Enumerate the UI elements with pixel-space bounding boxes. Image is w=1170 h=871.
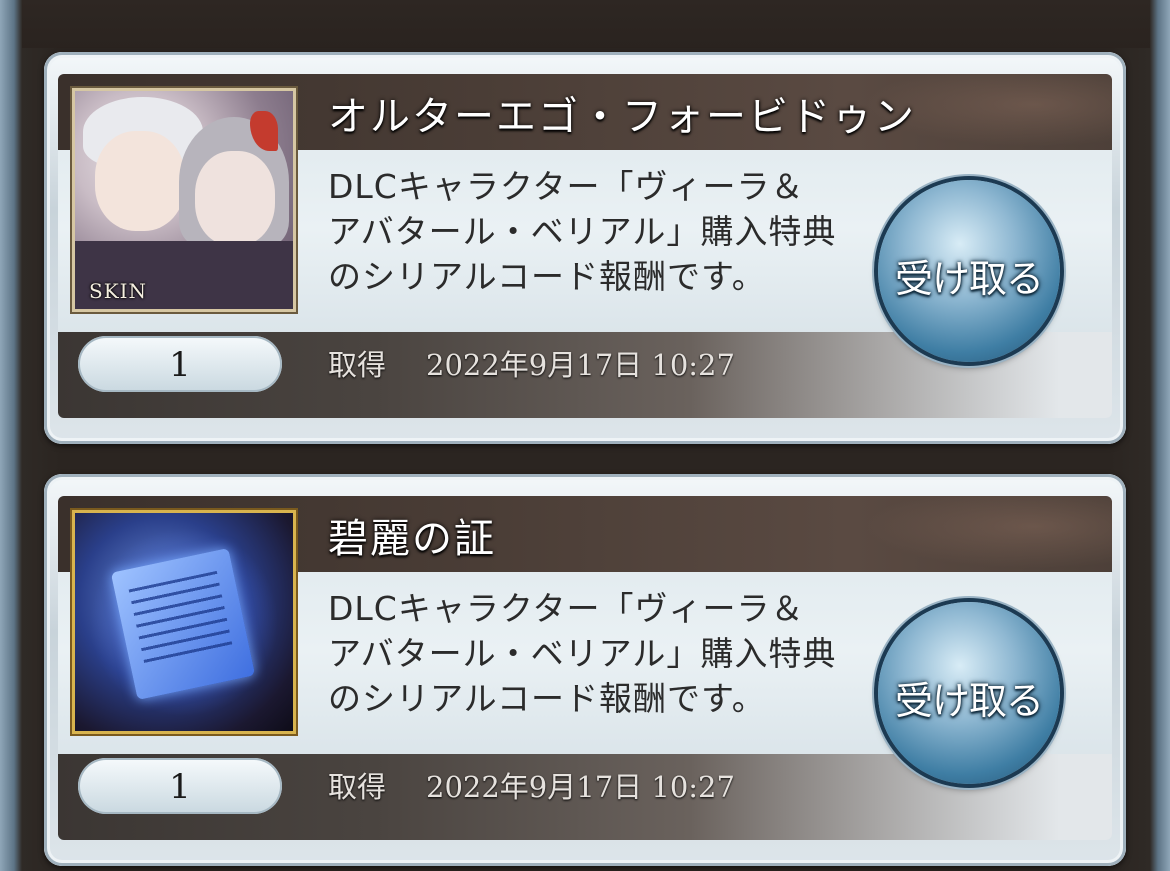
- receive-button-label: 受け取る: [894, 679, 1044, 723]
- skin-thumbnail-image: SKIN: [72, 88, 296, 312]
- quantity-badge: 1: [78, 336, 282, 392]
- reward-item: 碧麗の証 DLCキャラクター「ヴィーラ＆ アバタール・ベリアル」購入特典 のシリ…: [44, 474, 1126, 866]
- reward-title: オルターエゴ・フォービドゥン: [328, 94, 916, 140]
- receive-button[interactable]: 受け取る: [878, 602, 1060, 784]
- reward-title: 碧麗の証: [328, 516, 496, 562]
- reward-item: オルターエゴ・フォービドゥン DLCキャラクター「ヴィーラ＆ アバタール・ベリア…: [44, 52, 1126, 444]
- reward-description: DLCキャラクター「ヴィーラ＆ アバタール・ベリアル」購入特典 のシリアルコード…: [328, 164, 888, 299]
- quantity-badge: 1: [78, 758, 282, 814]
- reward-description-line: のシリアルコード報酬です。: [328, 679, 766, 718]
- acquired-date: 2022年9月17日 10:27: [426, 348, 735, 382]
- skin-badge: SKIN: [89, 279, 148, 303]
- reward-description-line: DLCキャラクター「ヴィーラ＆: [328, 589, 805, 628]
- reward-description-line: アバタール・ベリアル」購入特典: [328, 212, 837, 251]
- reward-description-line: アバタール・ベリアル」購入特典: [328, 634, 837, 673]
- reward-description: DLCキャラクター「ヴィーラ＆ アバタール・ベリアル」購入特典 のシリアルコード…: [328, 586, 888, 721]
- acquired-date: 2022年9月17日 10:27: [426, 770, 735, 804]
- acquired-label: 取得: [328, 770, 387, 804]
- scroll-item-icon: [72, 510, 296, 734]
- receive-button-label: 受け取る: [894, 257, 1044, 301]
- reward-description-line: のシリアルコード報酬です。: [328, 257, 766, 296]
- list-top-edge: [22, 0, 1150, 48]
- acquired-label: 取得: [328, 348, 387, 382]
- reward-description-line: DLCキャラクター「ヴィーラ＆: [328, 167, 805, 206]
- receive-button[interactable]: 受け取る: [878, 180, 1060, 362]
